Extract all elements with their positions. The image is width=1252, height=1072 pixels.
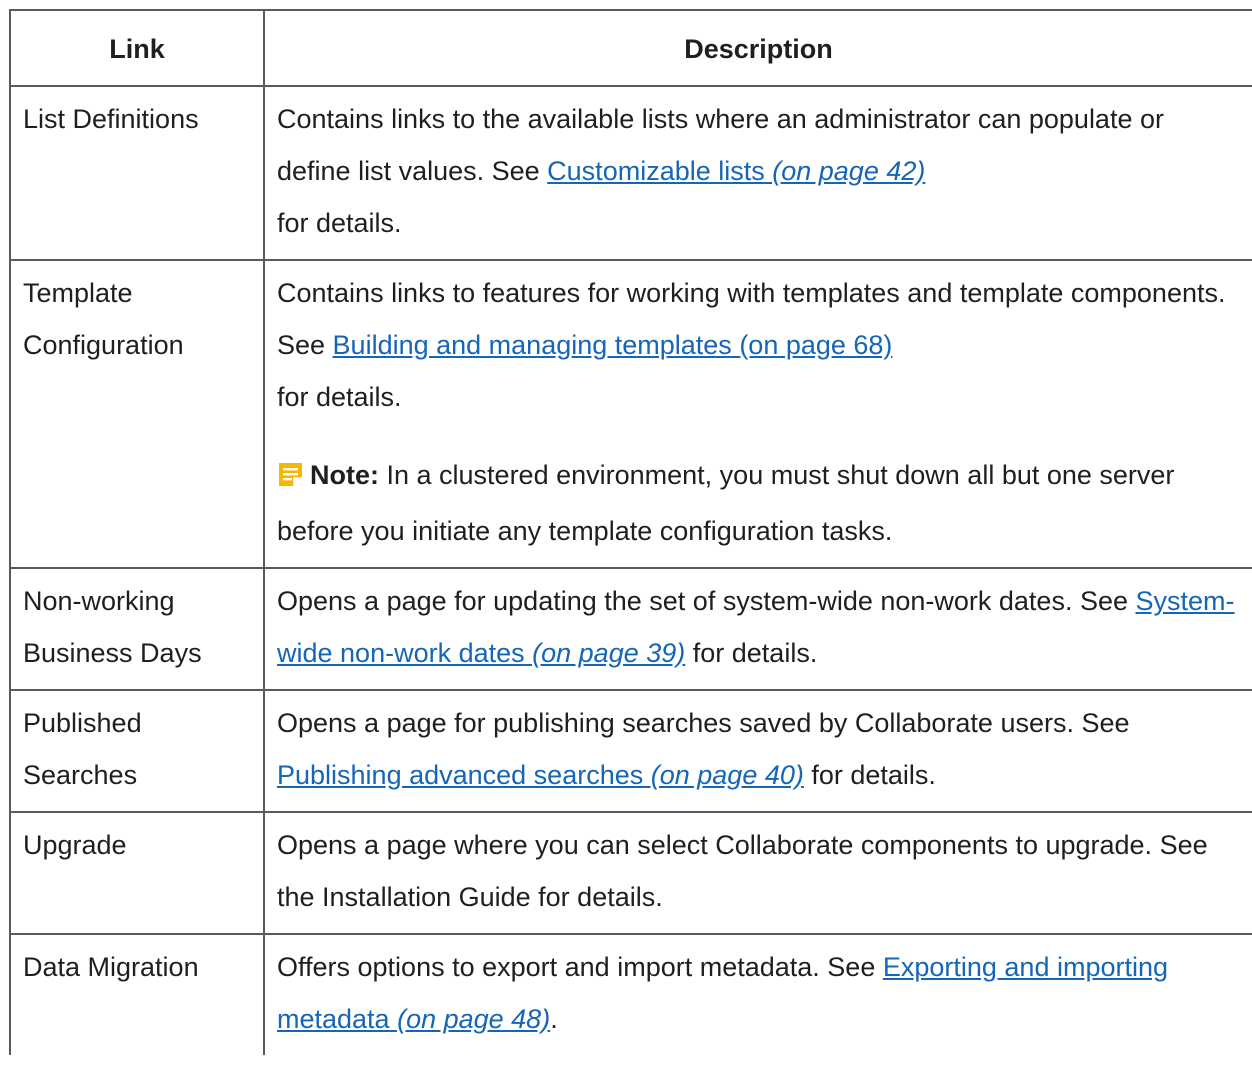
note-block: Note: In a clustered environment, you mu… — [277, 449, 1242, 557]
table-row: Upgrade Opens a page where you can selec… — [9, 811, 1252, 935]
description-text: Opens a page for updating the set of sys… — [277, 586, 1136, 616]
description-text: Opens a page for publishing searches sav… — [277, 708, 1130, 738]
table-row: Data Migration Offers options to export … — [9, 933, 1252, 1055]
row-description: Contains links to features for working w… — [263, 259, 1252, 569]
link-text: Publishing advanced searches — [277, 760, 644, 790]
table-row: Published Searches Opens a page for publ… — [9, 689, 1252, 813]
publishing-searches-link[interactable]: Publishing advanced searches (on page 40… — [277, 760, 804, 790]
row-link-name: Data Migration — [9, 933, 265, 1055]
row-description: Offers options to export and import meta… — [263, 933, 1252, 1055]
row-link-name: Published Searches — [9, 689, 265, 813]
page-ref: (on page 42) — [764, 156, 926, 186]
link-text: Customizable lists — [547, 156, 765, 186]
row-description: Contains links to the available lists wh… — [263, 85, 1252, 261]
table-row: Non-working Business Days Opens a page f… — [9, 567, 1252, 691]
description-suffix: for details. — [803, 760, 936, 790]
row-link-name: Upgrade — [9, 811, 265, 935]
note-label: Note: — [310, 460, 379, 490]
note-icon — [277, 453, 304, 505]
links-table: Link Description List Definitions Contai… — [9, 9, 1252, 1055]
note-text: In a clustered environment, you must shu… — [277, 460, 1175, 546]
header-link: Link — [9, 9, 265, 87]
row-link-name: Template Configuration — [9, 259, 265, 569]
description-suffix: for details. — [277, 382, 402, 412]
row-link-name: List Definitions — [9, 85, 265, 261]
page-ref: (on page 48) — [389, 1004, 551, 1034]
row-description: Opens a page for publishing searches sav… — [263, 689, 1252, 813]
table-row: Template Configuration Contains links to… — [9, 259, 1252, 569]
page-ref: (on page 40) — [643, 760, 804, 790]
row-description: Opens a page where you can select Collab… — [263, 811, 1252, 935]
row-link-name: Non-working Business Days — [9, 567, 265, 691]
description-suffix: for details. — [277, 208, 402, 238]
header-description: Description — [263, 9, 1252, 87]
customizable-lists-link[interactable]: Customizable lists (on page 42) — [547, 156, 925, 186]
description-suffix: for details. — [685, 638, 818, 668]
description-text: Offers options to export and import meta… — [277, 952, 883, 982]
description-suffix: . — [550, 1004, 558, 1034]
row-description: Opens a page for updating the set of sys… — [263, 567, 1252, 691]
page-ref: (on page 39) — [524, 638, 686, 668]
table-header-row: Link Description — [9, 9, 1252, 87]
table-row: List Definitions Contains links to the a… — [9, 85, 1252, 261]
building-templates-link[interactable]: Building and managing templates (on page… — [333, 330, 893, 360]
link-text: Building and managing templates (on page… — [332, 330, 893, 360]
